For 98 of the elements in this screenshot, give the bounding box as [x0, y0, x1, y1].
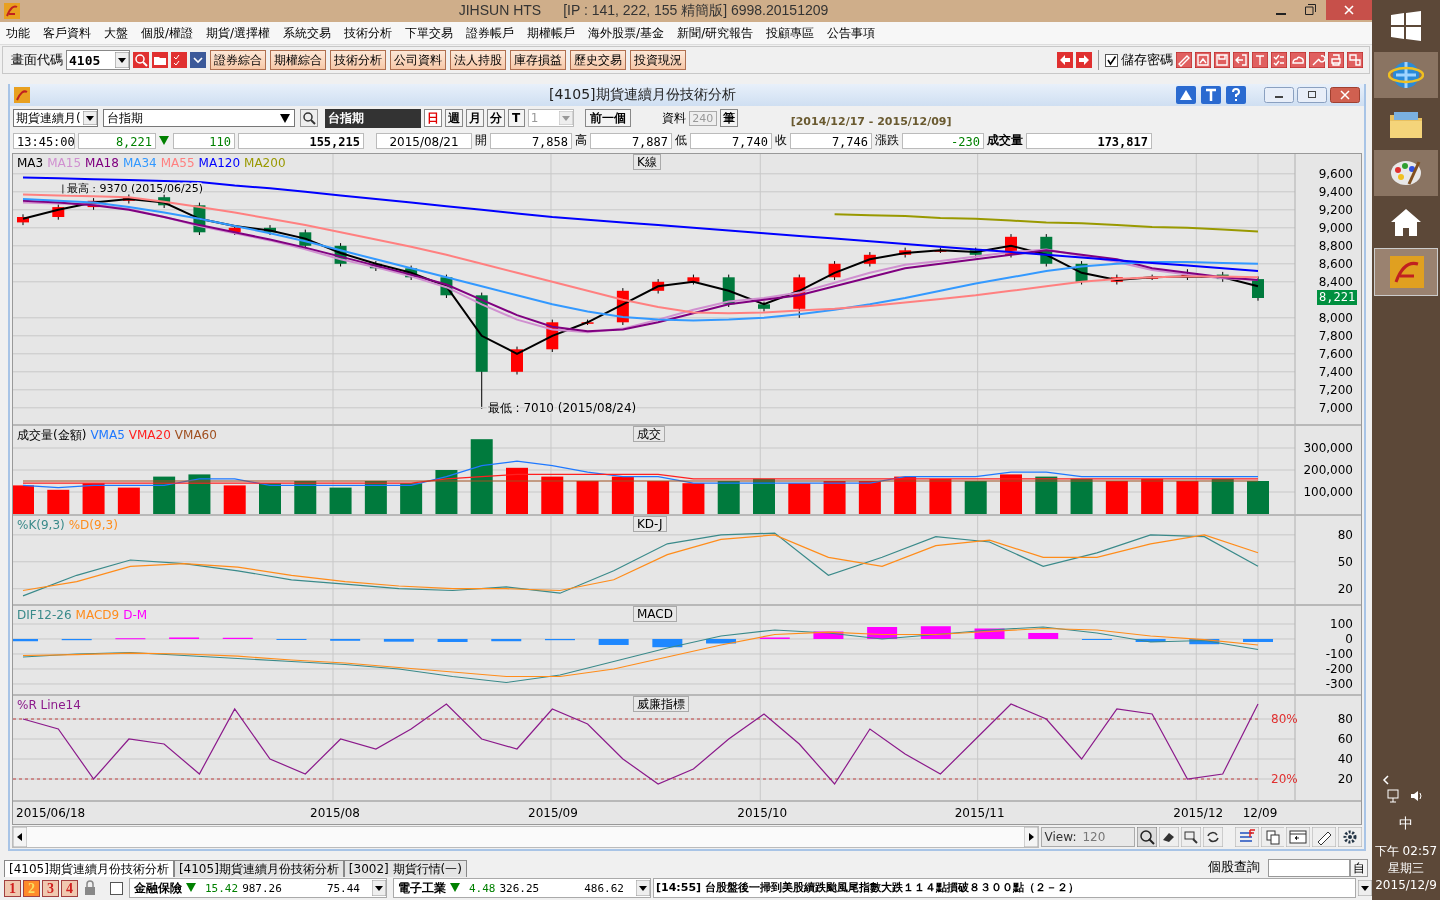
panel-label: 威廉指標	[633, 696, 689, 712]
window-subtitle: [IP : 141, 222, 155 精簡版] 6998.20151209	[563, 2, 829, 18]
axis-label: 60	[1337, 732, 1353, 746]
field-value: 7,858	[490, 132, 572, 149]
date-label: 2015/09	[528, 806, 578, 820]
axis-label: 8,600	[1318, 256, 1353, 271]
quote-date: 2015/08/21	[376, 132, 472, 149]
chart-title: 成交量(金額)	[17, 428, 87, 442]
axis-label: 300,000	[1303, 441, 1353, 455]
axis-label: 9,000	[1318, 220, 1353, 235]
axis-label: 9,200	[1318, 202, 1353, 217]
axis-label: -100	[1325, 646, 1353, 661]
legend-label: MA120	[198, 156, 241, 170]
legend-label: VMA5	[90, 428, 125, 442]
axis-label: 8,400	[1318, 274, 1353, 289]
axis-label: 80	[1337, 527, 1353, 542]
panel-label: K線	[633, 154, 661, 170]
field-label: 收	[775, 132, 787, 149]
view-label: View:	[1044, 830, 1077, 844]
date-label: 2015/12	[1173, 806, 1224, 820]
sector-value: 326.25	[499, 881, 540, 895]
legend-label: MA200	[244, 156, 286, 170]
field-label: 漲跌	[875, 132, 899, 149]
data-label: 資料	[661, 109, 686, 127]
date-label: 2015/11	[954, 806, 1005, 820]
axis-label: 8,000	[1318, 310, 1353, 325]
annotation: 最低 : 7010 (2015/08/24)	[487, 401, 637, 415]
legend-label: VMA20	[128, 428, 171, 442]
legend-label: %D(9,3)	[68, 518, 118, 532]
axis-label: 7,600	[1318, 346, 1353, 361]
axis-label: 200,000	[1303, 463, 1353, 477]
axis-label: 20	[1337, 772, 1353, 786]
legend-label: MA18	[85, 156, 119, 170]
date-label: 12/09	[1242, 806, 1278, 820]
date-label: 2015/10	[737, 806, 788, 820]
axis-label: 7,800	[1318, 328, 1353, 343]
field-value: -230	[902, 132, 984, 149]
legend-label: MA55	[160, 156, 195, 170]
sector-value: 987.26	[242, 881, 282, 895]
panel-label: KD-J	[633, 516, 667, 532]
legend-label: VMA60	[174, 428, 217, 442]
sector-change: 15.42	[205, 881, 239, 895]
annotation: 最高 : 9370 (2015/06/25)	[66, 181, 204, 195]
axis-label: 50	[1337, 554, 1353, 569]
axis-label: 40	[1337, 752, 1353, 766]
axis-label: 80	[1337, 712, 1353, 726]
field-value: 173,817	[1026, 132, 1152, 149]
field-label: 開	[475, 132, 487, 149]
document-title: [4105]期貨連續月份技術分析	[549, 86, 736, 104]
sector-name: 金融保險	[134, 879, 182, 897]
axis-label: 8,800	[1318, 238, 1353, 253]
sector-change: 4.48	[469, 881, 496, 895]
axis-label: 9,600	[1318, 166, 1353, 181]
date-label: 2015/08	[310, 806, 360, 820]
date-label: 2015/06/18	[16, 806, 86, 820]
legend-label: MACD9	[75, 608, 120, 622]
save-password-label: 儲存密碼	[1121, 51, 1173, 69]
screen-code-label: 畫面代碼	[11, 51, 63, 69]
field-label: 成交量	[987, 132, 1023, 149]
axis-label: 7,400	[1318, 364, 1353, 379]
threshold-label: 20%	[1271, 772, 1298, 786]
legend-label: MA3	[17, 156, 44, 170]
axis-label: 7,000	[1318, 400, 1353, 415]
last-price: 8,221	[78, 132, 156, 149]
axis-label: -200	[1325, 661, 1353, 676]
symbol-tag: 台指期	[324, 108, 421, 128]
legend-label: DIF12-26	[17, 608, 72, 622]
legend-label: MA34	[122, 156, 157, 170]
field-value: 7,746	[790, 132, 872, 149]
axis-label: 9,400	[1318, 184, 1353, 199]
axis-label: 100	[1330, 617, 1353, 631]
sector-name: 電子工業	[398, 879, 446, 897]
axis-label: 0	[1345, 632, 1353, 646]
panel-label: MACD	[633, 606, 677, 622]
field-label: 低	[675, 132, 687, 149]
legend-label: D-M	[123, 608, 148, 622]
price-change: 110	[173, 132, 235, 149]
legend-label: MA15	[47, 156, 82, 170]
stock-query-label: 個股查詢	[1208, 858, 1260, 876]
axis-label: 7,200	[1318, 382, 1353, 397]
panel-label: 成交	[633, 426, 665, 442]
time-field: 13:45:00	[13, 132, 75, 149]
legend-label: %R Line14	[17, 698, 81, 712]
axis-label: 100,000	[1303, 485, 1353, 499]
view-value: 120	[1082, 830, 1106, 844]
total-volume: 155,215	[238, 132, 364, 149]
field-value: 7,740	[690, 132, 772, 149]
sector-amount: 75.44	[326, 881, 360, 895]
price-tag: 8,221	[1317, 290, 1358, 305]
threshold-label: 80%	[1271, 712, 1298, 726]
sector-amount: 486.62	[584, 881, 624, 895]
window-title: JIHSUN HTS	[458, 2, 542, 18]
legend-label: %K(9,3)	[17, 518, 65, 532]
field-value: 7,887	[590, 132, 672, 149]
axis-label: 20	[1337, 581, 1353, 596]
axis-label: -300	[1325, 676, 1353, 691]
date-range: [2014/12/17 - 2015/12/09]	[790, 114, 952, 128]
field-label: 高	[575, 132, 587, 149]
